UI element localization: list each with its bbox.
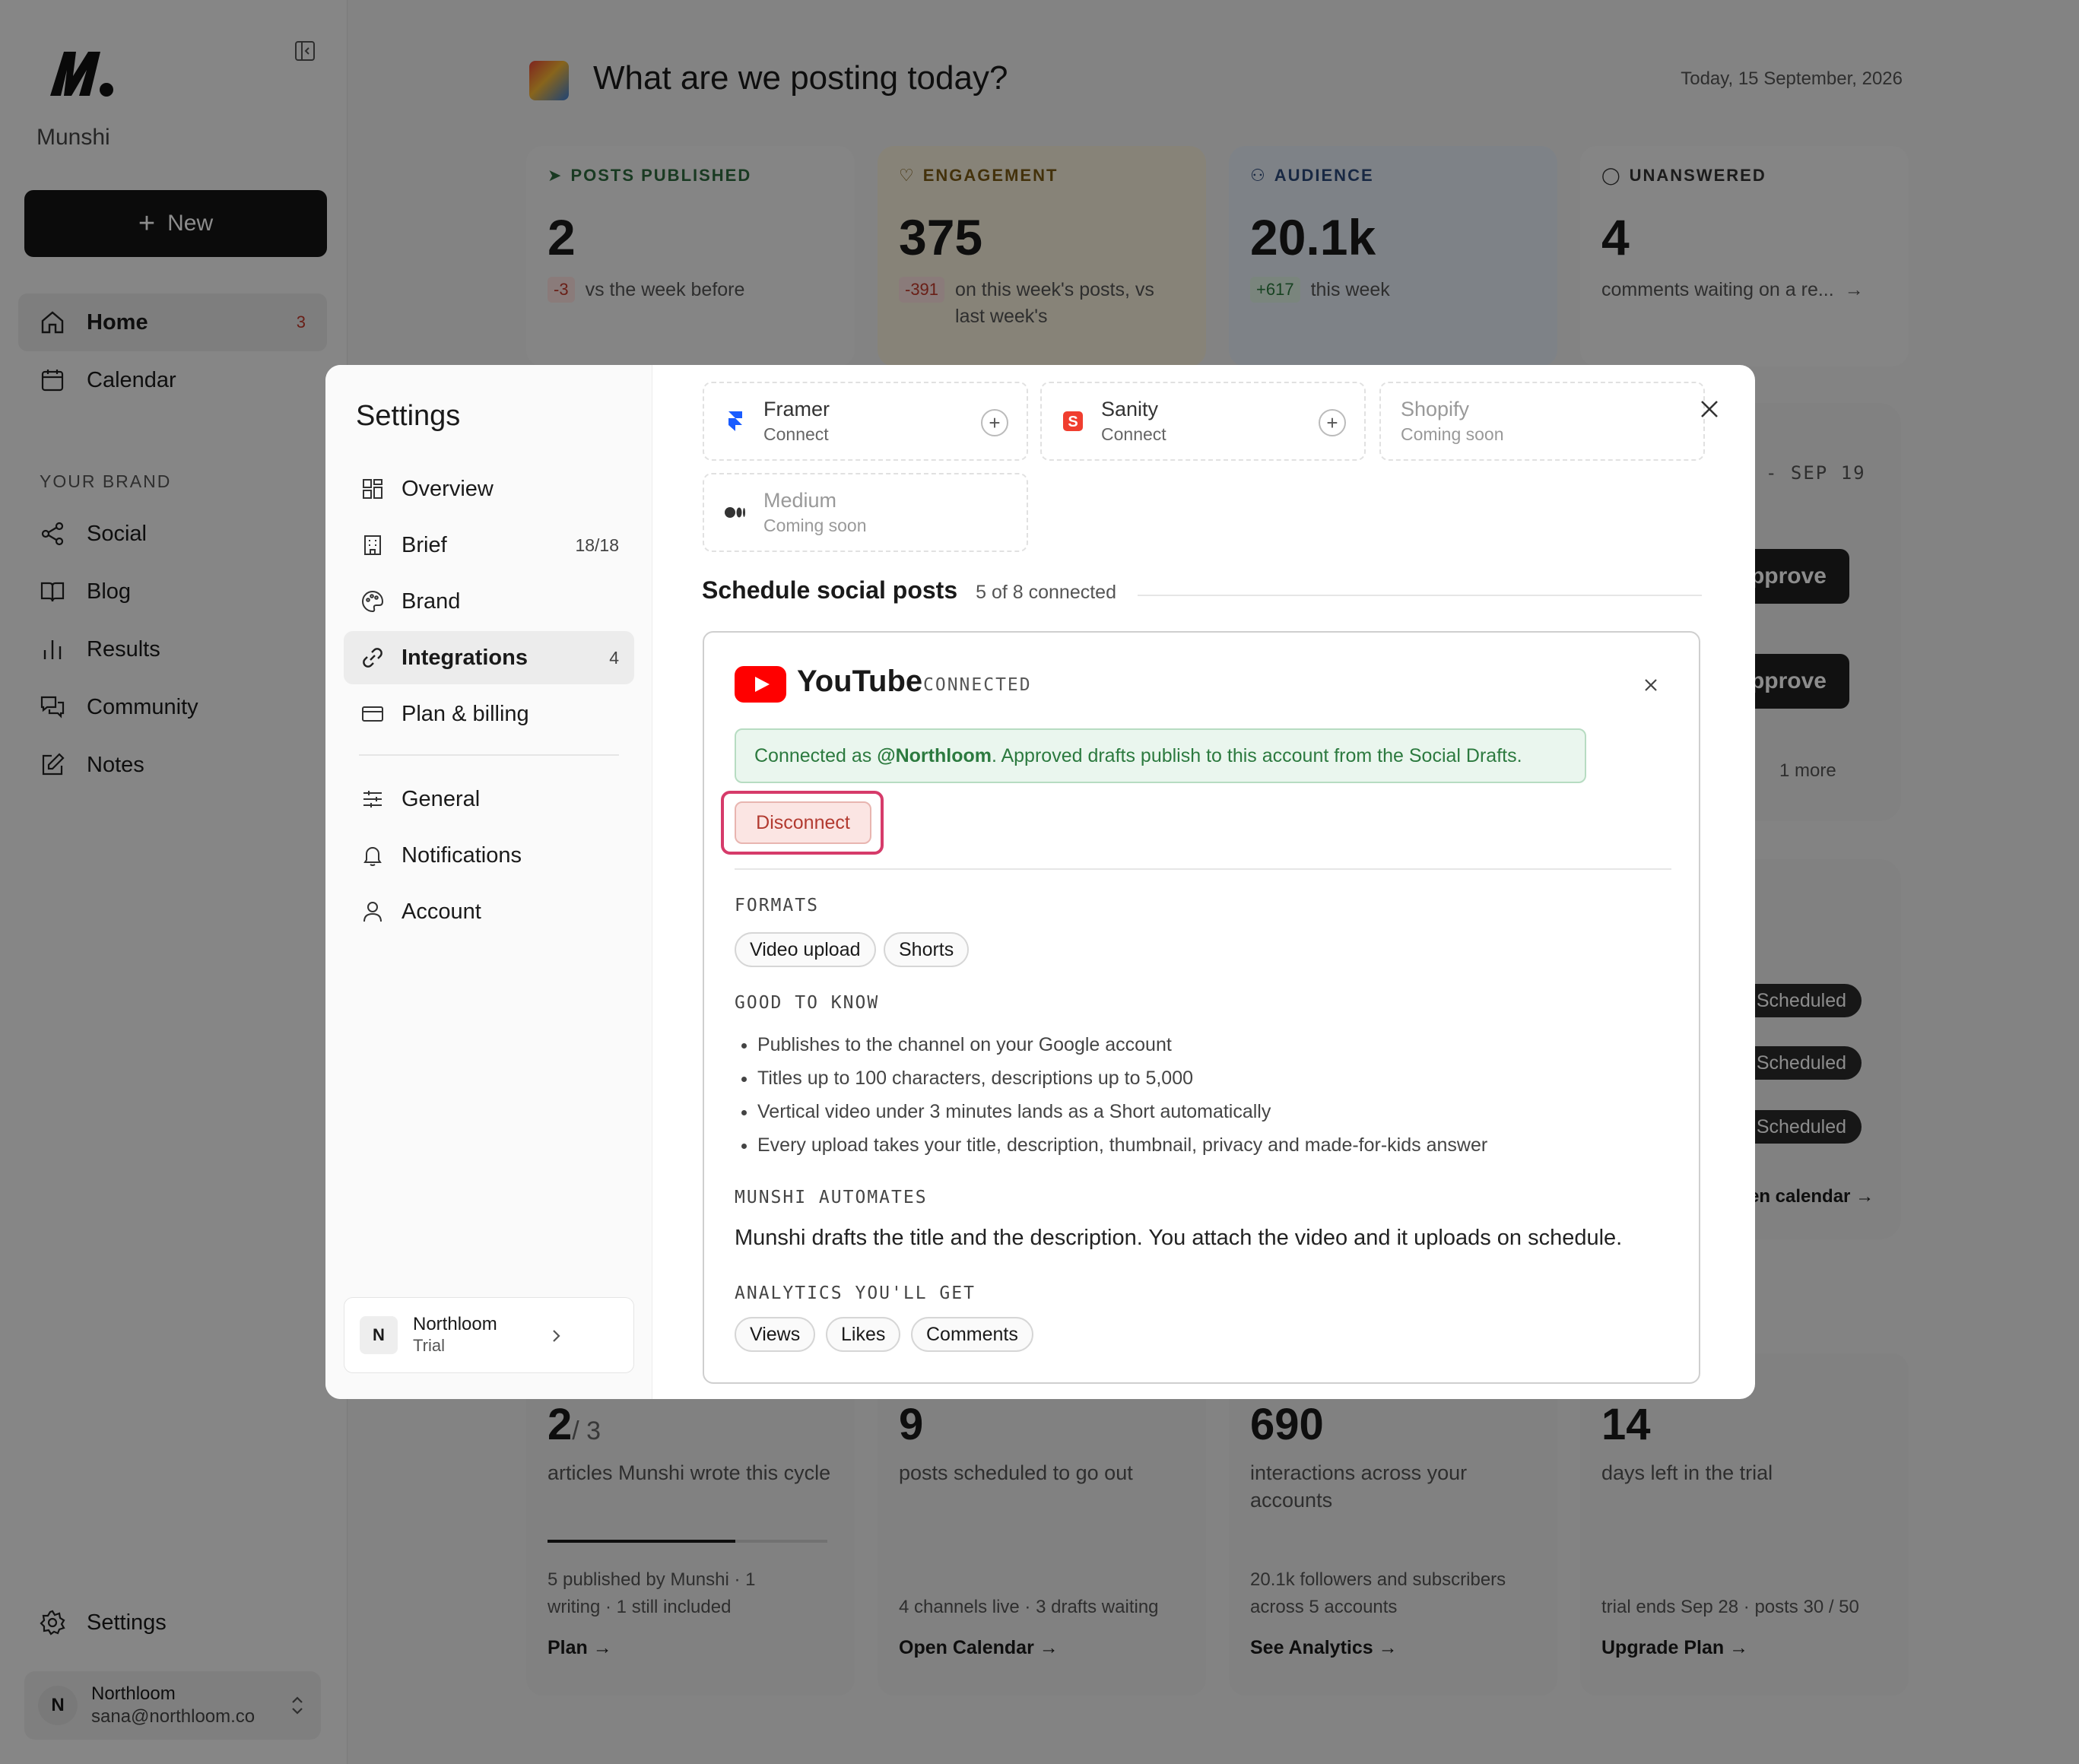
settings-nav-general[interactable]: General	[344, 773, 634, 826]
integration-status: Coming soon	[763, 516, 867, 535]
settings-nav-label: Plan & billing	[402, 701, 529, 726]
framer-logo-icon	[728, 411, 742, 431]
settings-nav-label: Notifications	[402, 842, 522, 868]
workspace-name: Northloom	[413, 1314, 497, 1335]
avatar: N	[360, 1316, 398, 1354]
settings-nav-brief[interactable]: Brief 18/18	[344, 519, 634, 572]
list-item: Titles up to 100 characters, description…	[757, 1061, 1487, 1095]
chevron-right-icon	[553, 1330, 560, 1342]
settings-sidebar: Settings Overview Brief 18/18 Brand Inte…	[325, 365, 652, 1399]
integration-name: Medium	[763, 489, 837, 512]
settings-nav-label: General	[402, 786, 481, 811]
settings-nav-label: Account	[402, 899, 481, 924]
disconnect-button[interactable]: Disconnect	[735, 801, 871, 844]
integration-card-shopify: Shopify Coming soon	[1379, 382, 1705, 461]
youtube-logo-icon	[735, 666, 786, 703]
palette-icon	[362, 590, 384, 613]
settings-nav-overview[interactable]: Overview	[344, 462, 634, 516]
analytics-chip: Comments	[911, 1317, 1033, 1352]
list-item: Every upload takes your title, descripti…	[757, 1128, 1487, 1162]
integration-card-sanity[interactable]: S Sanity Connect +	[1040, 382, 1366, 461]
grid-icon	[363, 479, 382, 499]
settings-nav-label: Brief	[402, 532, 447, 557]
settings-nav-integrations[interactable]: Integrations 4	[344, 631, 634, 684]
account-handle: @Northloom	[877, 744, 992, 766]
integration-status: Coming soon	[1401, 424, 1504, 444]
good-to-know-list: Publishes to the channel on your Google …	[757, 1028, 1487, 1162]
close-icon[interactable]	[1697, 397, 1722, 421]
integration-card-medium: Medium Coming soon	[703, 473, 1028, 552]
analytics-chip: Likes	[826, 1317, 901, 1352]
integration-card-framer[interactable]: Framer Connect +	[703, 382, 1028, 461]
connected-notice: Connected as @Northloom . Approved draft…	[735, 728, 1586, 783]
format-chip: Video upload	[735, 932, 876, 967]
link-icon	[363, 648, 382, 668]
settings-nav-account[interactable]: Account	[344, 885, 634, 938]
svg-text:S: S	[1068, 414, 1078, 430]
settings-nav-plan-billing[interactable]: Plan & billing	[344, 687, 634, 741]
section-divider	[1138, 595, 1702, 596]
formats-heading: FORMATS	[735, 896, 819, 915]
integration-name: Framer	[763, 398, 830, 420]
section-heading: Schedule social posts	[702, 576, 958, 604]
brief-count: 18/18	[575, 535, 619, 555]
user-icon	[363, 902, 382, 922]
building-icon	[364, 535, 381, 555]
credit-card-icon	[362, 706, 383, 722]
workspace-switcher[interactable]: N Northloom Trial	[344, 1297, 634, 1373]
sliders-icon	[363, 791, 382, 807]
status-badge: CONNECTED	[923, 675, 1032, 695]
youtube-integration-card: YouTube CONNECTED Connected as @Northloo…	[703, 631, 1700, 1384]
notice-prefix: Connected as	[754, 744, 878, 766]
integration-name: Shopify	[1401, 398, 1470, 420]
schedule-section-header: Schedule social posts 5 of 8 connected	[702, 576, 1116, 604]
integration-name: YouTube	[797, 665, 923, 698]
analytics-chip: Views	[735, 1317, 816, 1352]
settings-nav-label: Brand	[402, 589, 461, 614]
format-chip: Shorts	[884, 932, 970, 967]
workspace-plan: Trial	[413, 1336, 445, 1356]
automates-heading: MUNSHI AUTOMATES	[735, 1188, 928, 1207]
settings-nav-notifications[interactable]: Notifications	[344, 829, 634, 882]
connect-plus-button[interactable]: +	[981, 409, 1008, 436]
good-to-know-heading: GOOD TO KNOW	[735, 993, 880, 1013]
connected-count: 5 of 8 connected	[976, 582, 1116, 603]
settings-nav-divider	[359, 754, 619, 756]
settings-modal: Settings Overview Brief 18/18 Brand Inte…	[325, 365, 1755, 1399]
automates-text: Munshi drafts the title and the descript…	[735, 1226, 1623, 1250]
bell-icon	[363, 847, 382, 866]
list-item: Publishes to the channel on your Google …	[757, 1028, 1487, 1061]
settings-title: Settings	[356, 400, 461, 432]
analytics-heading: ANALYTICS YOU'LL GET	[735, 1283, 976, 1303]
integration-name: Sanity	[1101, 398, 1159, 420]
settings-nav-brand[interactable]: Brand	[344, 575, 634, 628]
settings-nav-label: Integrations	[402, 645, 528, 670]
sanity-logo-icon: S	[1063, 411, 1083, 431]
connect-plus-button[interactable]: +	[1319, 409, 1346, 436]
close-icon[interactable]	[1641, 675, 1661, 695]
settings-nav-label: Overview	[402, 476, 494, 501]
integration-status: Connect	[1101, 424, 1166, 444]
medium-logo-icon	[725, 507, 745, 518]
notice-suffix: . Approved drafts publish to this accoun…	[991, 744, 1522, 766]
integration-status: Connect	[763, 424, 829, 444]
card-divider	[735, 868, 1671, 870]
list-item: Vertical video under 3 minutes lands as …	[757, 1095, 1487, 1128]
integrations-count: 4	[609, 647, 619, 668]
